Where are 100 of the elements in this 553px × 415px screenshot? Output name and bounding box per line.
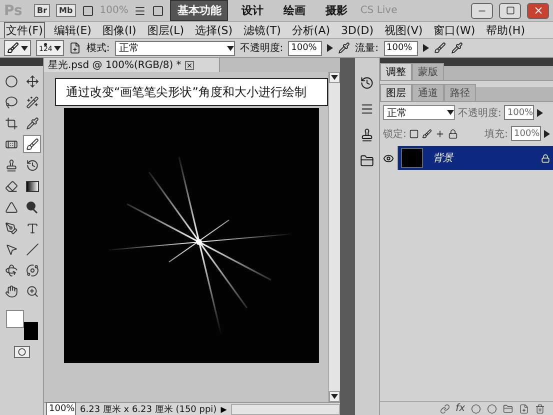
info-menu-button[interactable]: ▶	[220, 404, 227, 414]
pen-icon	[4, 222, 18, 234]
workspace-button[interactable]: 设计	[234, 0, 270, 21]
document-info: 6.23 厘米 x 6.23 厘米 (150 ppi)	[80, 404, 217, 415]
lock-brush-icon[interactable]	[422, 128, 432, 138]
caret-icon[interactable]	[226, 46, 234, 50]
tool-preset-picker[interactable]	[4, 40, 31, 56]
eraser-icon	[4, 180, 18, 192]
arrow-right-icon[interactable]	[422, 44, 428, 52]
menu-item[interactable]: 帮助(H)	[484, 22, 527, 38]
lock-icon[interactable]	[448, 128, 458, 138]
flow-input[interactable]: 100%	[384, 40, 418, 56]
quick-mask-button[interactable]	[14, 346, 30, 358]
zoom-icon	[26, 284, 38, 298]
mini-bridge-button[interactable]: Mb	[56, 4, 76, 17]
move-icon	[26, 74, 38, 88]
menu-item[interactable]: 视图(V)	[382, 22, 425, 38]
mode-select[interactable]: 正常	[114, 40, 235, 56]
background-color-swatch[interactable]	[24, 322, 38, 340]
arrow-right-icon[interactable]	[327, 44, 334, 52]
workspace-button[interactable]: 基本功能	[170, 0, 228, 21]
menu-item[interactable]: 滤镜(T)	[242, 22, 283, 38]
panel-tab[interactable]: 调整	[380, 63, 412, 80]
menu-item[interactable]: 分析(A)	[290, 22, 332, 38]
new-layer-icon[interactable]	[519, 404, 529, 414]
foreground-color-swatch[interactable]	[6, 310, 24, 328]
eyedropper-icon	[26, 116, 38, 130]
layer-opacity-input[interactable]: 100%	[504, 105, 534, 120]
crop-icon	[4, 116, 18, 130]
opacity-input[interactable]: 100%	[288, 40, 322, 56]
menu-item[interactable]: 图层(L)	[145, 22, 186, 38]
eye-icon	[383, 152, 394, 164]
menu-item[interactable]: 图像(I)	[100, 22, 138, 38]
panel-tab[interactable]: 路径	[444, 84, 476, 101]
caret-icon[interactable]	[447, 110, 454, 115]
line-icon	[26, 242, 38, 256]
panel-tab[interactable]: 蒙版	[412, 63, 444, 80]
fill-label: 填充:	[484, 128, 508, 140]
panel-tab[interactable]: 通道	[412, 84, 444, 101]
close-icon	[532, 5, 544, 16]
tool-button[interactable]	[23, 135, 41, 153]
ellipse-marquee-icon	[4, 74, 18, 88]
menu-item[interactable]: 编辑(E)	[52, 22, 94, 38]
workspace-button[interactable]: 摄影	[318, 0, 354, 21]
brush-tip-icon	[44, 43, 48, 46]
airbrush-icon[interactable]	[434, 42, 446, 54]
maximize-button[interactable]	[499, 2, 521, 18]
caret-icon[interactable]	[21, 46, 28, 50]
zoom-field[interactable]: 100%	[46, 402, 76, 415]
mode-label: 模式:	[86, 42, 110, 55]
link-icon[interactable]	[440, 404, 450, 414]
layer-row[interactable]: 背景	[398, 146, 553, 170]
history-icon	[26, 158, 38, 172]
menu-item[interactable]: 选择(S)	[193, 22, 235, 38]
folder-icon[interactable]	[503, 404, 513, 414]
gradient-icon	[26, 180, 38, 192]
dodge-icon	[26, 200, 38, 214]
opacity-label: 不透明度:	[458, 106, 502, 120]
close-icon	[185, 60, 194, 70]
caret-icon[interactable]	[331, 75, 338, 80]
fill-input[interactable]: 100%	[511, 126, 541, 141]
horizontal-scrollbar[interactable]	[230, 404, 340, 414]
trash-icon[interactable]	[535, 404, 545, 414]
scroll-down-button[interactable]	[329, 391, 340, 402]
lock-transparency-icon[interactable]	[409, 128, 420, 138]
circle-icon	[18, 348, 26, 356]
bridge-button[interactable]: Br	[34, 4, 50, 17]
menu-item[interactable]: 窗口(W)	[432, 22, 478, 38]
scroll-up-button[interactable]	[329, 72, 340, 83]
blend-mode-select[interactable]: 正常	[383, 105, 455, 120]
flow-label: 流量:	[355, 42, 378, 55]
lock-position-icon[interactable]	[435, 128, 446, 138]
lasso-icon	[4, 96, 18, 108]
brush-icon	[7, 42, 19, 54]
arrow-right-icon[interactable]	[537, 108, 544, 116]
caption-text: 通过改变“画笔笔尖形状”角度和大小进行绘制	[55, 78, 328, 106]
rotate-icon	[4, 264, 18, 276]
pointer-icon	[4, 242, 18, 256]
arrow-right-icon[interactable]	[544, 130, 550, 138]
menu-item[interactable]: 3D(D)	[339, 22, 376, 38]
layer-name: 背景	[433, 152, 455, 165]
minimize-button[interactable]	[471, 2, 493, 18]
brush-icon	[26, 138, 38, 150]
close-button[interactable]	[527, 2, 549, 18]
caret-icon[interactable]	[331, 394, 338, 399]
maximize-icon	[506, 6, 514, 15]
opacity-label: 不透明度:	[240, 42, 284, 55]
hand-icon	[4, 284, 18, 298]
panel-tab[interactable]: 图层	[380, 84, 412, 101]
magic-wand-icon	[26, 96, 38, 108]
orbit-icon	[26, 264, 38, 276]
stamp-icon	[4, 158, 18, 172]
layer-style-button[interactable]: fx	[456, 403, 465, 414]
caret-icon[interactable]	[54, 46, 62, 50]
triangle-icon	[4, 200, 18, 214]
lock-label: 锁定:	[383, 128, 406, 140]
workspace-button[interactable]: 绘画	[276, 0, 312, 21]
stamp-icon[interactable]	[360, 128, 374, 142]
type-icon	[26, 222, 38, 234]
document-tab[interactable]: 星光.psd @ 100%(RGB/8) *	[44, 58, 220, 72]
